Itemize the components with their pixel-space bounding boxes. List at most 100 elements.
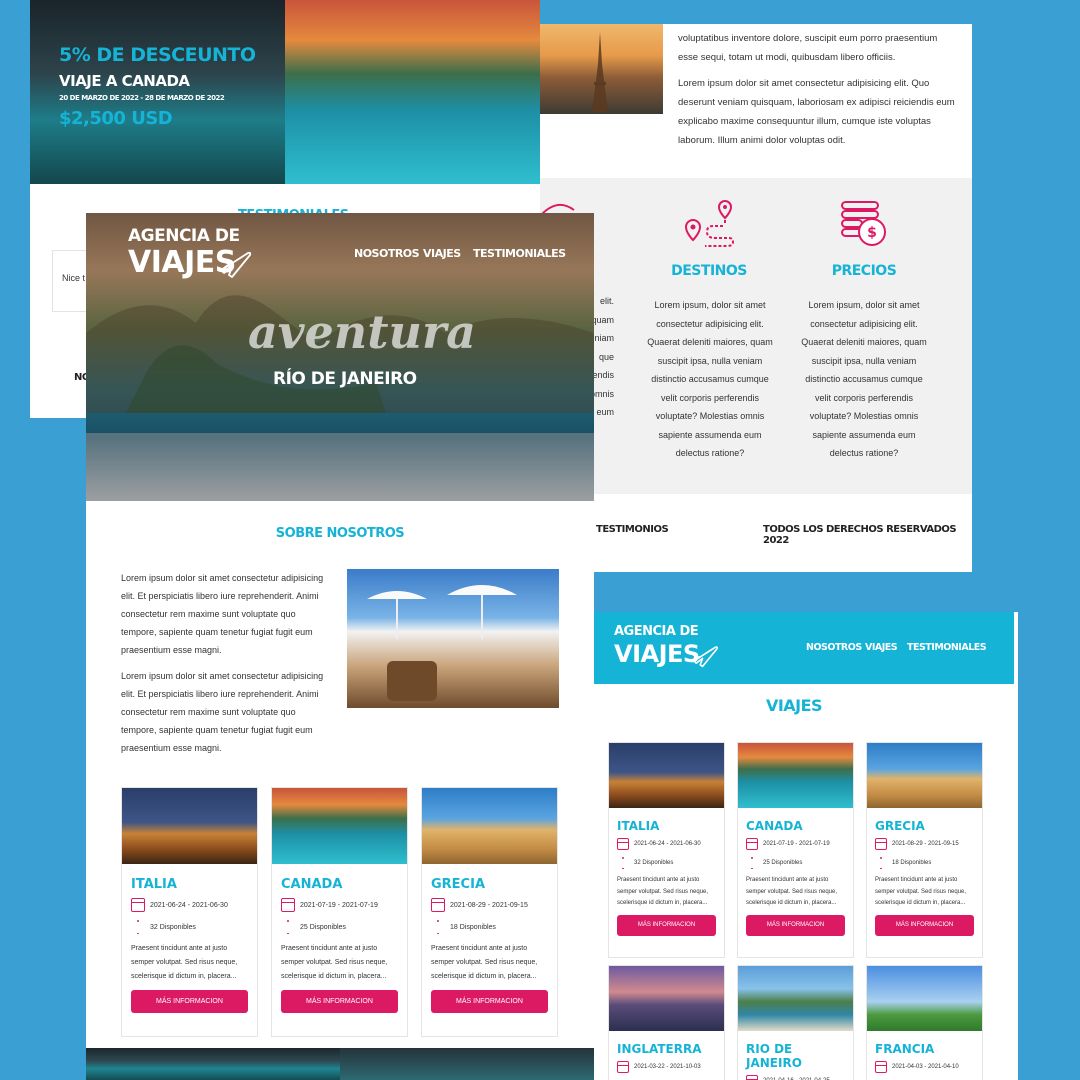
trip-description: Praesent tincidunt ante at justo semper … bbox=[875, 877, 967, 906]
user-icon bbox=[131, 920, 145, 934]
more-info-button[interactable]: MÁS INFORMACION bbox=[281, 990, 398, 1013]
trip-description: Praesent tincidunt ante at justo semper … bbox=[281, 945, 388, 980]
about-text-1: Lorem ipsum dolor sit amet consectetur a… bbox=[121, 573, 324, 655]
trip-photo bbox=[609, 743, 724, 808]
trip-availability: 25 Disponibles bbox=[300, 923, 346, 931]
calendar-icon bbox=[746, 838, 758, 850]
intro-text-2: Lorem ipsum dolor sit amet consectetur a… bbox=[678, 78, 955, 146]
promo-price: $2,500 USD bbox=[59, 108, 173, 129]
trip-name: FRANCIA bbox=[875, 1042, 935, 1056]
trip-availability-row: 25 Disponibles bbox=[746, 857, 845, 869]
trip-dates-row: 2021-07-19 - 2021-07-19 bbox=[281, 898, 398, 912]
trip-card: INGLATERRA 2021-03-22 - 2021-10-03 bbox=[608, 965, 725, 1080]
viajes-title: VIAJES bbox=[765, 696, 823, 715]
bottom-promo-strip bbox=[86, 1048, 340, 1080]
trip-photo bbox=[738, 743, 853, 808]
umbrella-illustration bbox=[367, 585, 517, 701]
user-icon bbox=[431, 920, 445, 934]
trip-dates: 2021-04-03 - 2021-04-10 bbox=[892, 1064, 959, 1070]
fragment: quam bbox=[591, 314, 614, 325]
hero-logo-line1[interactable]: AGENCIA DE bbox=[128, 226, 240, 246]
viajes-logo-line2[interactable]: VIAJES bbox=[614, 640, 700, 668]
trip-photo bbox=[422, 788, 557, 864]
trip-availability-row: 32 Disponibles bbox=[617, 857, 716, 869]
feature-text-destinos: Lorem ipsum, dolor sit amet consectetur … bbox=[647, 300, 773, 458]
viajes-nav-viajes[interactable]: VIAJES bbox=[865, 642, 898, 653]
trip-dates-row: 2021-08-29 - 2021-09-15 bbox=[875, 838, 974, 850]
intro-text-1: voluptatibus inventore dolore, suscipit … bbox=[678, 33, 938, 63]
trip-description: Praesent tincidunt ante at justo semper … bbox=[746, 877, 838, 906]
trip-card: CANADA 2021-07-19 - 2021-07-19 25 Disponib… bbox=[737, 742, 854, 958]
feature-text-precios: Lorem ipsum, dolor sit amet consectetur … bbox=[801, 300, 927, 458]
trip-photo bbox=[122, 788, 257, 864]
features-section: elit. quam eniam que endis s omnis eum DESTINO… bbox=[540, 178, 972, 494]
fragment: eum bbox=[596, 407, 614, 417]
fragment: elit. bbox=[599, 296, 614, 306]
testimonial-quote: Nice t bbox=[62, 273, 86, 283]
more-info-button[interactable]: MÁS INFORMACION bbox=[617, 914, 716, 936]
calendar-icon bbox=[875, 838, 887, 850]
trip-dates: 2021-06-24 - 2021-06-30 bbox=[150, 901, 228, 909]
svg-text:$: $ bbox=[867, 225, 877, 241]
calendar-icon bbox=[617, 1061, 629, 1073]
trip-availability-row: 18 Disponibles bbox=[875, 857, 974, 869]
trip-card: GRECIA 2021-08-29 - 2021-09-15 18 Disponib… bbox=[421, 787, 558, 1037]
trip-description: Praesent tincidunt ante at justo semper … bbox=[131, 945, 238, 980]
trip-card: FRANCIA 2021-04-03 - 2021-04-10 bbox=[866, 965, 983, 1080]
more-info-button[interactable]: MÁS INFORMACION bbox=[746, 914, 845, 936]
hero-nav-testimoniales[interactable]: TESTIMONIALES bbox=[473, 247, 566, 260]
trip-availability: 18 Disponibles bbox=[450, 923, 496, 931]
trip-name: CANADA bbox=[746, 819, 803, 833]
user-icon bbox=[875, 857, 887, 869]
trip-dates-row: 2021-04-16 - 2021-04-25 bbox=[746, 1075, 845, 1080]
trip-description: Praesent tincidunt ante at justo semper … bbox=[431, 945, 538, 980]
trip-photo bbox=[867, 743, 982, 808]
viajes-nav-nosotros[interactable]: NOSOTROS bbox=[806, 642, 862, 653]
footer-rights: TODOS LOS DERECHOS RESERVADOS 2022 bbox=[763, 524, 957, 546]
trip-availability-row: 18 Disponibles bbox=[431, 920, 548, 934]
viajes-logo-line1[interactable]: AGENCIA DE bbox=[614, 624, 699, 639]
fragment: que bbox=[598, 351, 614, 362]
calendar-icon bbox=[746, 1075, 758, 1080]
landing-page: AGENCIA DE VIAJES NOSOTROS VIAJES TESTIM… bbox=[86, 213, 594, 1080]
trip-description: Praesent tincidunt ante at justo semper … bbox=[617, 877, 709, 906]
trip-availability: 18 Disponibles bbox=[892, 860, 932, 866]
more-info-button[interactable]: MÁS INFORMACION bbox=[131, 990, 248, 1013]
footer-link-testimonios[interactable]: TESTIMONIOS bbox=[596, 524, 669, 535]
hero-nav-viajes[interactable]: VIAJES bbox=[423, 247, 461, 260]
trip-name: INGLATERRA bbox=[617, 1042, 702, 1056]
about-photo bbox=[347, 569, 559, 708]
trip-name: GRECIA bbox=[431, 877, 485, 892]
fragment: endis bbox=[592, 370, 614, 380]
about-title: SOBRE NOSOTROS bbox=[275, 526, 405, 541]
trip-availability-row: 32 Disponibles bbox=[131, 920, 248, 934]
trip-photo bbox=[867, 966, 982, 1031]
viajes-header: AGENCIA DE VIAJES NOSOTROS VIAJES TESTIM… bbox=[594, 612, 1014, 684]
hero-nav-nosotros[interactable]: NOSOTROS bbox=[354, 247, 420, 260]
feature-title-destinos: DESTINOS bbox=[671, 263, 747, 279]
bottom-promo-strip-right bbox=[340, 1048, 594, 1080]
trip-dates-row: 2021-03-22 - 2021-10-03 bbox=[617, 1061, 716, 1073]
trip-name: ITALIA bbox=[131, 877, 177, 892]
trip-dates: 2021-03-22 - 2021-10-03 bbox=[634, 1064, 701, 1070]
user-icon bbox=[746, 857, 758, 869]
trip-photo bbox=[272, 788, 407, 864]
more-info-button[interactable]: MÁS INFORMACION bbox=[431, 990, 548, 1013]
trip-dates-row: 2021-04-03 - 2021-04-10 bbox=[875, 1061, 974, 1073]
trip-card: RIO DE JANEIRO 2021-04-16 - 2021-04-25 bbox=[737, 965, 854, 1080]
trip-availability: 32 Disponibles bbox=[634, 860, 674, 866]
calendar-icon bbox=[281, 898, 295, 912]
viajes-nav-testimoniales[interactable]: TESTIMONIALES bbox=[907, 642, 987, 653]
promo-trip: VIAJE A CANADA bbox=[59, 72, 190, 90]
more-info-button[interactable]: MÁS INFORMACION bbox=[875, 914, 974, 936]
calendar-icon bbox=[875, 1061, 887, 1073]
hero-city: RÍO DE JANEIRO bbox=[273, 369, 417, 389]
trip-availability: 25 Disponibles bbox=[763, 860, 803, 866]
trip-name: RIO DE JANEIRO bbox=[746, 1042, 802, 1070]
about-text-2: Lorem ipsum dolor sit amet consectetur a… bbox=[121, 671, 324, 753]
promo-discount: 5% DE DESCEUNTO bbox=[59, 44, 256, 66]
trip-name: CANADA bbox=[281, 877, 343, 892]
trip-dates: 2021-08-29 - 2021-09-15 bbox=[450, 901, 528, 909]
trip-dates: 2021-08-29 - 2021-09-15 bbox=[892, 841, 959, 847]
user-icon bbox=[617, 857, 629, 869]
